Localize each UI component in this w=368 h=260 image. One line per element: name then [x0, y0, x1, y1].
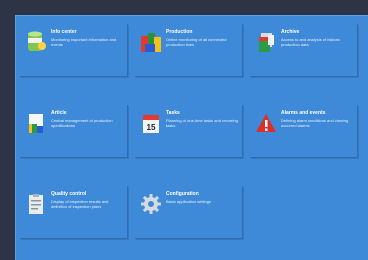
tile-title: Archive — [281, 29, 300, 35]
gear-icon — [141, 194, 161, 214]
tile-description: Planning of one-time tasks and recurring… — [166, 118, 238, 128]
warning-icon — [256, 114, 276, 132]
tile-description: Access to and analysis of historic produ… — [281, 37, 340, 47]
calendar-day: 15 — [147, 123, 156, 132]
tile-alarms-events[interactable]: Alarms and events Defining alarm conditi… — [250, 105, 358, 158]
tile-info-center[interactable]: Info center Monitoring important informa… — [20, 24, 128, 77]
tile-tasks[interactable]: 15 Tasks Planning of one-time tasks and … — [135, 105, 243, 158]
tile-description: Online monitoring of all connected produ… — [166, 37, 227, 47]
tile-description: Central management of production specifi… — [51, 118, 113, 128]
archive-stack-icon — [259, 33, 274, 52]
tile-title: Tasks — [166, 110, 180, 116]
tile-article[interactable]: Article Central management of production… — [20, 105, 128, 158]
app-frame: Info center Monitoring important informa… — [0, 0, 368, 260]
tile-title: Production — [166, 29, 193, 35]
database-info-icon — [28, 31, 46, 51]
colored-blocks-icon — [141, 33, 161, 52]
tile-title: Alarms and events — [281, 110, 326, 116]
tile-description: Display of inspection results and defini… — [51, 199, 109, 209]
document-article-icon — [29, 114, 43, 133]
tile-quality-control[interactable]: Quality control Display of inspection re… — [20, 186, 128, 239]
tile-description: Basic application settings — [166, 199, 211, 204]
tile-title: Info center — [51, 29, 77, 35]
tile-title: Configuration — [166, 191, 199, 197]
tile-title: Quality control — [51, 191, 87, 197]
calendar-icon: 15 — [143, 115, 159, 133]
tile-title: Article — [51, 110, 67, 116]
clipboard-icon — [29, 194, 43, 214]
tile-description: Monitoring important information and eve… — [51, 37, 117, 47]
tile-description: Defining alarm conditions and viewing oc… — [281, 118, 349, 128]
tile-configuration[interactable]: Configuration Basic application settings — [135, 186, 243, 239]
dashboard-panel: Info center Monitoring important informa… — [15, 15, 368, 260]
tile-production[interactable]: Production Online monitoring of all conn… — [135, 24, 243, 77]
tile-archive[interactable]: Archive Access to and analysis of histor… — [250, 24, 358, 77]
